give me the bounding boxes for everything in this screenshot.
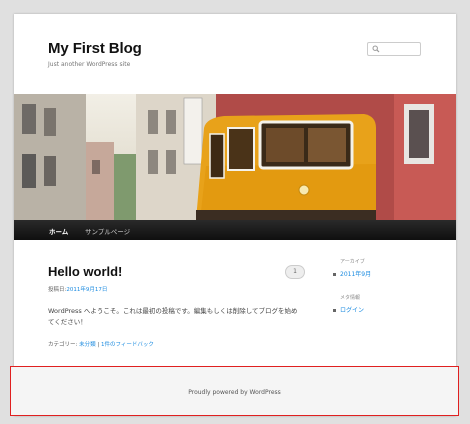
login-item[interactable]: ログイン	[333, 305, 364, 314]
comments-count-bubble[interactable]: 1	[285, 265, 305, 279]
site-description: Just another WordPress site	[48, 61, 131, 68]
bullet	[333, 273, 336, 276]
archives-widget-title: アーカイブ	[340, 259, 365, 265]
site-title[interactable]: My First Blog	[48, 40, 142, 57]
page: My First Blog Just another WordPress sit…	[14, 14, 456, 416]
search-icon	[372, 45, 380, 53]
feedback-link[interactable]: 1件のフィードバック	[101, 342, 154, 348]
category-link[interactable]: 未分類	[79, 342, 96, 348]
archive-item[interactable]: 2011年9月	[333, 269, 371, 278]
post-content: WordPress へようこそ。これは最初の投稿です。編集もしくは削除してブログ…	[48, 307, 298, 326]
post-date-label: 投稿日:	[48, 287, 67, 293]
meta-widget-title: メタ情報	[340, 295, 361, 301]
post-title[interactable]: Hello world!	[48, 264, 122, 279]
search-input[interactable]	[367, 42, 421, 56]
login-item-label: ログイン	[340, 307, 365, 314]
nav-item-sample-page[interactable]: サンプルページ	[85, 226, 130, 236]
bullet	[333, 309, 336, 312]
header-image	[14, 94, 456, 220]
post-meta: 投稿日:2011年9月17日	[48, 285, 107, 293]
archive-item-label: 2011年9月	[340, 271, 372, 278]
post-date-link[interactable]: 2011年9月17日	[66, 287, 107, 293]
post-categories: カテゴリー: 未分類 | 1件のフィードバック	[48, 340, 154, 348]
footer-credit[interactable]: Proudly powered by WordPress	[11, 389, 458, 396]
main-nav: ホーム サンプルページ	[14, 220, 456, 240]
tram-photo	[14, 94, 456, 220]
category-label: カテゴリー:	[48, 342, 78, 348]
nav-item-home[interactable]: ホーム	[49, 226, 68, 236]
site-footer: Proudly powered by WordPress	[10, 366, 459, 416]
